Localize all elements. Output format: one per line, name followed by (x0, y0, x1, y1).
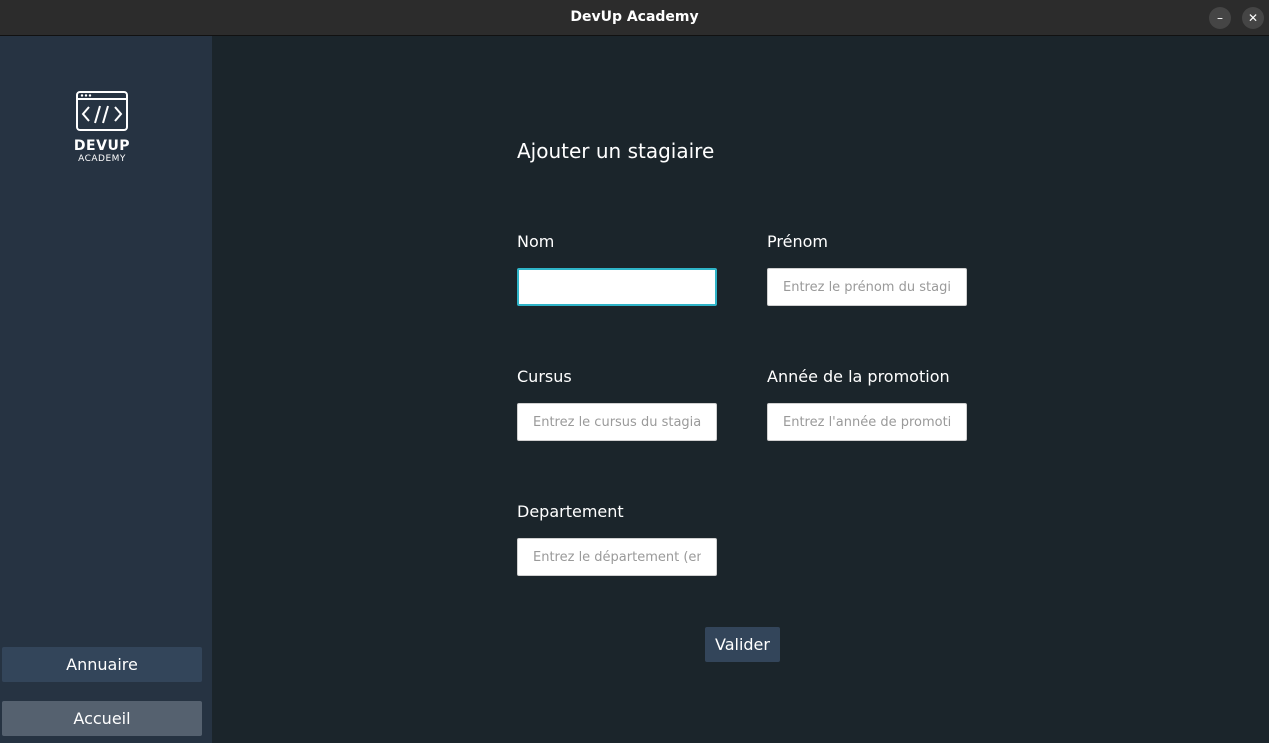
logo-title: DEVUP (73, 138, 131, 154)
cursus-input[interactable] (517, 403, 717, 441)
accueil-button[interactable]: Accueil (2, 701, 202, 736)
annee-promotion-label: Année de la promotion (767, 367, 950, 386)
cursus-label: Cursus (517, 367, 572, 386)
valider-button[interactable]: Valider (705, 627, 780, 662)
nom-label: Nom (517, 232, 555, 251)
window-title: DevUp Academy (570, 9, 699, 25)
prenom-input[interactable] (767, 268, 967, 306)
sidebar: DEVUP ACADEMY Annuaire Accueil (0, 36, 212, 743)
logo-subtitle: ACADEMY (78, 154, 126, 164)
annee-promotion-input[interactable] (767, 403, 967, 441)
departement-input[interactable] (517, 538, 717, 576)
title-bar: DevUp Academy – ✕ (0, 0, 1269, 36)
departement-label: Departement (517, 502, 624, 521)
nom-input[interactable] (517, 268, 717, 306)
page-title: Ajouter un stagiaire (517, 139, 715, 163)
close-button[interactable]: ✕ (1242, 7, 1264, 29)
prenom-label: Prénom (767, 232, 828, 251)
code-window-icon (75, 90, 129, 136)
annuaire-button[interactable]: Annuaire (2, 647, 202, 682)
main-content: Ajouter un stagiaire Nom Prénom Cursus A… (212, 36, 1269, 743)
minimize-button[interactable]: – (1209, 7, 1231, 29)
